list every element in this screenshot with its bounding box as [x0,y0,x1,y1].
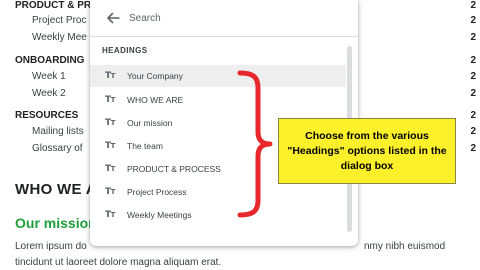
divider [90,36,358,37]
heading-item-your-company[interactable]: TT Your Company [90,65,346,87]
outline-item[interactable]: PRODUCT & PR [15,0,91,12]
outline-page-number: 2 [470,110,476,121]
document-heading-our-mission: Our mission [15,215,97,231]
heading-item-weekly-meetings[interactable]: TT Weekly Meetings [90,204,346,226]
paragraph-line: tincidunt ut laoreet dolore magna aliqua… [15,257,222,268]
outline-item[interactable]: Project Proc [32,15,86,27]
heading-item-label: Your Company [127,71,183,81]
text-style-icon: TT [105,95,115,105]
arrow-back-icon[interactable] [105,10,121,26]
heading-item-project-process[interactable]: TT Project Process [90,181,346,203]
text-style-icon: TT [105,118,115,128]
heading-item-label: Weekly Meetings [127,210,192,220]
heading-item-label: Project Process [127,187,187,197]
outline-page-number: 2 [470,55,476,66]
outline-item[interactable]: Weekly Mee [32,32,87,44]
callout-text: Choose from the various "Headings" optio… [287,129,447,172]
outline-page-number: 2 [470,126,476,137]
outline-page-number: 2 [470,32,476,43]
outline-item[interactable]: Week 1 [32,71,66,83]
outline-page-number: 2 [470,88,476,99]
text-style-icon: TT [105,141,115,151]
outline-item[interactable]: RESOURCES [15,110,78,122]
text-style-icon: TT [105,164,115,174]
heading-item-label: Our mission [127,118,173,128]
annotation-callout: Choose from the various "Headings" optio… [278,118,456,184]
section-label-headings: HEADINGS [102,46,148,55]
outline-page-number: 2 [470,0,476,11]
text-style-icon: TT [105,187,115,197]
outline-item[interactable]: Glossary of [32,143,83,155]
red-brace-annotation [237,70,273,218]
text-style-icon: TT [105,210,115,220]
heading-item-label: The team [127,141,163,151]
outline-page-number: 2 [470,15,476,26]
text-style-icon: TT [105,71,115,81]
paragraph-line: nmy nibh euismod [364,241,446,252]
outline-item[interactable]: Week 2 [32,88,66,100]
search-input[interactable]: Search [129,13,161,24]
outline-item[interactable]: Mailing lists [32,126,84,138]
outline-item[interactable]: ONBOARDING [15,55,84,67]
outline-page-number: 2 [470,143,476,154]
search-bar[interactable]: Search [90,0,358,36]
outline-page-number: 2 [470,71,476,82]
heading-item-label: WHO WE ARE [127,95,184,105]
paragraph-line: Lorem ipsum do [15,241,87,252]
heading-item-label: PRODUCT & PROCESS [127,164,221,174]
heading-item-who-we-are[interactable]: TT WHO WE ARE [90,89,346,111]
